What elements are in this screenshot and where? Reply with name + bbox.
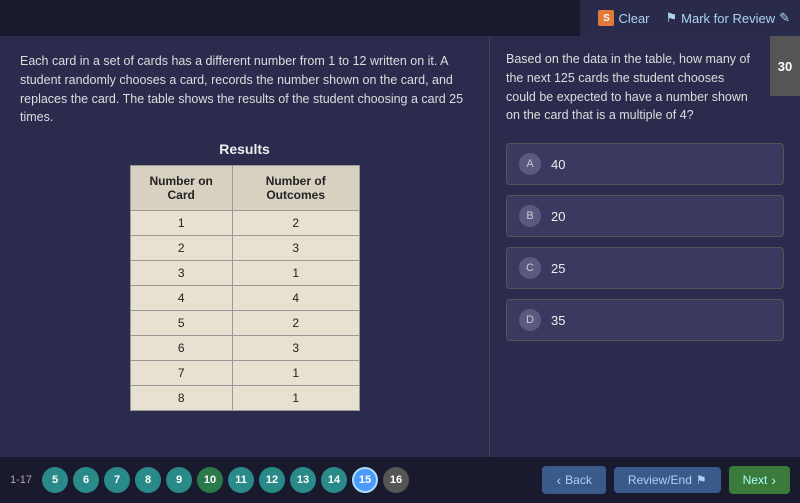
nav-circle-11[interactable]: 11: [228, 467, 254, 493]
choice-value-c: 25: [551, 261, 565, 276]
next-arrow-icon: ›: [771, 472, 776, 488]
outcome-value: 1: [232, 261, 359, 286]
outcome-value: 2: [232, 311, 359, 336]
choice-letter-d: D: [519, 309, 541, 331]
main-content: Each card in a set of cards has a differ…: [0, 36, 800, 457]
choice-c[interactable]: C 25: [506, 247, 784, 289]
question-text: Based on the data in the table, how many…: [506, 50, 784, 125]
choice-value-b: 20: [551, 209, 565, 224]
card-value: 4: [130, 286, 232, 311]
card-value: 3: [130, 261, 232, 286]
table-row: 52: [130, 311, 359, 336]
table-row: 81: [130, 386, 359, 411]
clear-icon: S: [598, 10, 614, 26]
right-panel: Based on the data in the table, how many…: [490, 36, 800, 457]
card-value: 6: [130, 336, 232, 361]
review-end-button[interactable]: Review/End ⚑: [614, 467, 721, 493]
nav-circle-12[interactable]: 12: [259, 467, 285, 493]
card-value: 1: [130, 211, 232, 236]
left-panel: Each card in a set of cards has a differ…: [0, 36, 490, 457]
table-row: 12: [130, 211, 359, 236]
choice-value-a: 40: [551, 157, 565, 172]
table-row: 23: [130, 236, 359, 261]
bottom-bar: 1-17 5678910111213141516 ‹ Back Review/E…: [0, 457, 800, 503]
table-row: 71: [130, 361, 359, 386]
nav-circle-8[interactable]: 8: [135, 467, 161, 493]
clear-button[interactable]: S Clear: [598, 10, 649, 26]
outcome-value: 3: [232, 336, 359, 361]
answer-choices: A 40 B 20 C 25 D 35: [506, 143, 784, 341]
card-value: 5: [130, 311, 232, 336]
col-header-outcomes: Number of Outcomes: [232, 166, 359, 211]
results-table: Number on Card Number of Outcomes 122331…: [130, 165, 360, 411]
outcome-value: 3: [232, 236, 359, 261]
nav-circle-10[interactable]: 10: [197, 467, 223, 493]
nav-circle-13[interactable]: 13: [290, 467, 316, 493]
question-number-badge: 30: [770, 36, 800, 96]
nav-circle-5[interactable]: 5: [42, 467, 68, 493]
card-value: 7: [130, 361, 232, 386]
mark-review-label: Mark for Review: [681, 11, 775, 26]
outcome-value: 1: [232, 361, 359, 386]
next-button[interactable]: Next ›: [729, 466, 790, 494]
table-row: 31: [130, 261, 359, 286]
nav-circles: 5678910111213141516: [42, 467, 409, 493]
outcome-value: 2: [232, 211, 359, 236]
nav-circle-14[interactable]: 14: [321, 467, 347, 493]
nav-circle-6[interactable]: 6: [73, 467, 99, 493]
choice-value-d: 35: [551, 313, 565, 328]
nav-circle-9[interactable]: 9: [166, 467, 192, 493]
card-value: 2: [130, 236, 232, 261]
outcome-value: 1: [232, 386, 359, 411]
bottom-right-buttons: ‹ Back Review/End ⚑ Next ›: [542, 466, 790, 494]
choice-a[interactable]: A 40: [506, 143, 784, 185]
flag-icon: ⚑: [666, 10, 678, 26]
clear-label: Clear: [618, 11, 649, 26]
outcome-value: 4: [232, 286, 359, 311]
back-arrow-icon: ‹: [556, 472, 561, 488]
problem-text: Each card in a set of cards has a differ…: [20, 52, 469, 127]
choice-letter-b: B: [519, 205, 541, 227]
choice-d[interactable]: D 35: [506, 299, 784, 341]
review-label: Review/End: [628, 473, 692, 487]
edit-icon: ✎: [779, 10, 790, 26]
flag-bottom-icon: ⚑: [696, 473, 707, 487]
col-header-card: Number on Card: [130, 166, 232, 211]
mark-review-button[interactable]: ⚑ Mark for Review ✎: [666, 10, 790, 26]
table-row: 63: [130, 336, 359, 361]
back-button[interactable]: ‹ Back: [542, 466, 605, 494]
results-label: Results: [20, 141, 469, 157]
page-indicator: 1-17: [10, 474, 32, 486]
next-label: Next: [743, 473, 768, 487]
nav-circle-7[interactable]: 7: [104, 467, 130, 493]
top-bar: S Clear ⚑ Mark for Review ✎: [580, 0, 800, 36]
table-row: 44: [130, 286, 359, 311]
back-label: Back: [565, 473, 592, 487]
nav-circle-16[interactable]: 16: [383, 467, 409, 493]
card-value: 8: [130, 386, 232, 411]
choice-letter-a: A: [519, 153, 541, 175]
choice-letter-c: C: [519, 257, 541, 279]
choice-b[interactable]: B 20: [506, 195, 784, 237]
nav-circle-15[interactable]: 15: [352, 467, 378, 493]
